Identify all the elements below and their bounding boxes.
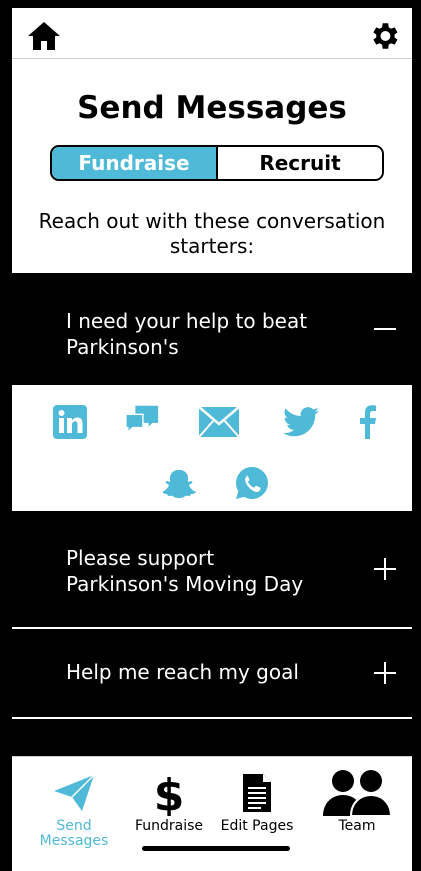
tab-fundraise[interactable]: Fundraise — [52, 147, 218, 179]
snapchat-icon[interactable] — [162, 467, 198, 503]
nav-label: Send Messages — [39, 818, 109, 849]
message-line: Parkinson's — [66, 335, 179, 359]
facebook-icon[interactable] — [355, 404, 379, 440]
team-icon — [312, 767, 402, 819]
message-item-4[interactable] — [12, 719, 412, 759]
message-item-3[interactable]: Help me reach my goal — [12, 629, 412, 717]
expand-icon[interactable] — [374, 558, 396, 580]
nav-label: Team — [338, 818, 376, 834]
intro-text: Reach out with these conversation starte… — [38, 209, 386, 258]
nav-team[interactable]: Team — [312, 767, 402, 834]
email-icon[interactable] — [198, 404, 240, 440]
page-title: Send Messages — [77, 90, 347, 126]
linkedin-icon[interactable] — [52, 404, 88, 440]
app-screen: Send Messages Fundraise Recruit Reach ou… — [0, 0, 421, 871]
message-line: I need your help to beat — [66, 309, 308, 333]
message-text: Please support Parkinson's Moving Day — [66, 545, 303, 597]
message-item-1[interactable]: I need your help to beat Parkinson's — [12, 273, 412, 385]
message-item-2[interactable]: Please support Parkinson's Moving Day — [12, 511, 412, 627]
dollar-icon: $ — [124, 767, 214, 819]
nav-send-messages[interactable]: Send Messages — [29, 767, 119, 849]
nav-fundraise[interactable]: $ Fundraise — [124, 767, 214, 834]
document-icon — [212, 767, 302, 819]
collapse-icon[interactable] — [374, 318, 396, 340]
segmented-control: Fundraise Recruit — [50, 145, 384, 181]
message-text: I need your help to beat Parkinson's — [66, 308, 307, 360]
message-line: Please support — [66, 546, 215, 570]
paper-plane-icon — [29, 767, 119, 819]
top-bar — [12, 8, 412, 59]
nav-edit-pages[interactable]: Edit Pages — [212, 767, 302, 834]
tab-recruit[interactable]: Recruit — [218, 147, 382, 179]
message-line: Parkinson's Moving Day — [66, 572, 304, 596]
message-text: Help me reach my goal — [66, 660, 299, 684]
whatsapp-icon[interactable] — [234, 465, 270, 501]
expand-icon[interactable] — [374, 662, 396, 684]
home-indicator[interactable] — [142, 846, 290, 851]
gear-icon[interactable] — [364, 18, 404, 54]
bottom-nav: Send Messages $ Fundraise Edit Pages Tea… — [12, 756, 412, 871]
nav-label: Edit Pages — [220, 818, 294, 834]
twitter-icon[interactable] — [283, 404, 319, 440]
nav-label: Fundraise — [134, 818, 204, 834]
chat-icon[interactable] — [124, 402, 160, 438]
svg-text:$: $ — [154, 770, 184, 816]
share-panel — [12, 385, 412, 511]
home-icon[interactable] — [24, 18, 64, 54]
